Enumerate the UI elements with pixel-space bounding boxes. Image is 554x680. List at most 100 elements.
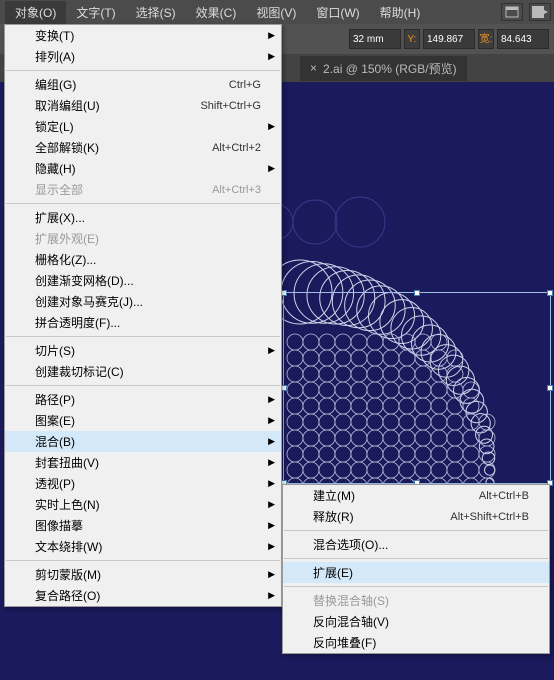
menu-item-label: 复合路径(O) — [35, 587, 100, 604]
menu-separator — [284, 586, 548, 587]
menu-item-label: 混合(B) — [35, 433, 75, 450]
menu-item-label: 替换混合轴(S) — [313, 592, 389, 609]
menu-item-label: 剪切蒙版(M) — [35, 566, 101, 583]
menu-item-label: 反向混合轴(V) — [313, 613, 389, 630]
menu-item[interactable]: 创建渐变网格(D)... — [5, 270, 281, 291]
menu-item[interactable]: 混合(B) ▶ — [5, 431, 281, 452]
menu-item[interactable]: 扩展(E) — [283, 562, 549, 583]
menu-select[interactable]: 选择(S) — [126, 1, 186, 24]
submenu-arrow-icon: ▶ — [268, 345, 275, 356]
submenu-arrow-icon: ▶ — [268, 394, 275, 405]
menu-item-label: 反向堆叠(F) — [313, 634, 376, 651]
menu-item[interactable]: 全部解锁(K)Alt+Ctrl+2 — [5, 137, 281, 158]
menu-item[interactable]: 路径(P) ▶ — [5, 389, 281, 410]
menu-item-shortcut: Alt+Ctrl+B — [479, 490, 529, 502]
menu-item[interactable]: 透视(P) ▶ — [5, 473, 281, 494]
menu-separator — [6, 336, 280, 337]
menu-item-label: 排列(A) — [35, 48, 75, 65]
menu-item[interactable]: 切片(S)▶ — [5, 340, 281, 361]
menu-item-shortcut: Shift+Ctrl+G — [200, 100, 261, 112]
menu-item-shortcut: Alt+Ctrl+2 — [212, 142, 261, 154]
menu-item-label: 扩展外观(E) — [35, 230, 99, 247]
doc-layout-icon[interactable] — [501, 3, 523, 21]
submenu-arrow-icon: ▶ — [268, 457, 275, 468]
menu-item[interactable]: 建立(M) Alt+Ctrl+B — [283, 485, 549, 506]
submenu-arrow-icon: ▶ — [268, 541, 275, 552]
menu-item[interactable]: 混合选项(O)... — [283, 534, 549, 555]
menu-separator — [6, 203, 280, 204]
menu-item-label: 透视(P) — [35, 475, 75, 492]
menu-item-label: 路径(P) — [35, 391, 75, 408]
menu-item[interactable]: 创建裁切标记(C) — [5, 361, 281, 382]
width-label: 宽: — [478, 29, 494, 49]
menu-item-label: 扩展(E) — [313, 564, 353, 581]
menu-item[interactable]: 图案(E) ▶ — [5, 410, 281, 431]
workspace-switcher-icon[interactable] — [529, 3, 551, 21]
submenu-arrow-icon: ▶ — [268, 478, 275, 489]
menu-item-label: 建立(M) — [313, 487, 355, 504]
y-label: Y: — [404, 29, 420, 49]
menu-item-label: 释放(R) — [313, 508, 354, 525]
selection-handle[interactable] — [547, 290, 553, 296]
menu-item[interactable]: 反向混合轴(V) — [283, 611, 549, 632]
submenu-arrow-icon: ▶ — [268, 51, 275, 62]
menu-item[interactable]: 拼合透明度(F)... — [5, 312, 281, 333]
menu-item[interactable]: 隐藏(H) ▶ — [5, 158, 281, 179]
menu-item-label: 实时上色(N) — [35, 496, 100, 513]
menu-item[interactable]: 封套扭曲(V) ▶ — [5, 452, 281, 473]
menu-type[interactable]: 文字(T) — [66, 1, 125, 24]
menu-item-label: 显示全部 — [35, 181, 83, 198]
menu-item-label: 文本绕排(W) — [35, 538, 102, 555]
menu-item[interactable]: 排列(A) ▶ — [5, 46, 281, 67]
menu-item-label: 图案(E) — [35, 412, 75, 429]
menu-item[interactable]: 取消编组(U) Shift+Ctrl+G — [5, 95, 281, 116]
selection-handle[interactable] — [547, 385, 553, 391]
menu-item[interactable]: 编组(G)Ctrl+G — [5, 74, 281, 95]
menu-object[interactable]: 对象(O) — [5, 1, 66, 24]
menu-item[interactable]: 图像描摹▶ — [5, 515, 281, 536]
menu-separator — [284, 558, 548, 559]
selection-bounds — [283, 292, 551, 484]
menu-item[interactable]: 创建对象马赛克(J)... — [5, 291, 281, 312]
menu-item-shortcut: Alt+Ctrl+3 — [212, 184, 261, 196]
menu-item-label: 拼合透明度(F)... — [35, 314, 120, 331]
menu-item-label: 取消编组(U) — [35, 97, 100, 114]
selection-handle[interactable] — [414, 290, 420, 296]
menu-item: 显示全部 Alt+Ctrl+3 — [5, 179, 281, 200]
width-field[interactable]: 84.643 mm — [497, 29, 549, 49]
menu-item[interactable]: 复合路径(O) ▶ — [5, 585, 281, 606]
menu-item[interactable]: 实时上色(N)▶ — [5, 494, 281, 515]
menu-help[interactable]: 帮助(H) — [370, 1, 431, 24]
menu-item-label: 图像描摹 — [35, 517, 83, 534]
close-icon[interactable]: × — [310, 61, 317, 75]
x-field-partial[interactable]: 32 mm — [349, 29, 401, 49]
menu-item-label: 扩展(X)... — [35, 209, 85, 226]
menu-item[interactable]: 剪切蒙版(M)▶ — [5, 564, 281, 585]
submenu-arrow-icon: ▶ — [268, 590, 275, 601]
menu-item[interactable]: 栅格化(Z)... — [5, 249, 281, 270]
menu-item-label: 创建裁切标记(C) — [35, 363, 124, 380]
menu-item[interactable]: 反向堆叠(F) — [283, 632, 549, 653]
menu-item[interactable]: 变换(T)▶ — [5, 25, 281, 46]
document-tab[interactable]: × 2.ai @ 150% (RGB/预览) — [300, 56, 467, 81]
menu-view[interactable]: 视图(V) — [246, 1, 306, 24]
submenu-arrow-icon: ▶ — [268, 415, 275, 426]
menu-item[interactable]: 释放(R)Alt+Shift+Ctrl+B — [283, 506, 549, 527]
menu-effect[interactable]: 效果(C) — [186, 1, 247, 24]
menu-window[interactable]: 窗口(W) — [306, 1, 369, 24]
tab-title: 2.ai @ 150% (RGB/预览) — [323, 60, 457, 77]
menu-item[interactable]: 锁定(L)▶ — [5, 116, 281, 137]
submenu-arrow-icon: ▶ — [268, 436, 275, 447]
menu-item-label: 锁定(L) — [35, 118, 74, 135]
menu-item-label: 封套扭曲(V) — [35, 454, 99, 471]
menu-item-shortcut: Ctrl+G — [229, 79, 261, 91]
menu-item[interactable]: 扩展(X)... — [5, 207, 281, 228]
menu-item-label: 隐藏(H) — [35, 160, 76, 177]
y-field[interactable]: 149.867 mm — [423, 29, 475, 49]
menubar: 对象(O) 文字(T) 选择(S) 效果(C) 视图(V) 窗口(W) 帮助(H… — [0, 0, 554, 24]
menu-item[interactable]: 文本绕排(W) ▶ — [5, 536, 281, 557]
menu-separator — [6, 385, 280, 386]
object-menu-dropdown: 变换(T)▶ 排列(A) ▶ 编组(G)Ctrl+G 取消编组(U) Shift+Ctrl… — [4, 24, 282, 607]
submenu-arrow-icon: ▶ — [268, 163, 275, 174]
menu-item: 扩展外观(E) — [5, 228, 281, 249]
